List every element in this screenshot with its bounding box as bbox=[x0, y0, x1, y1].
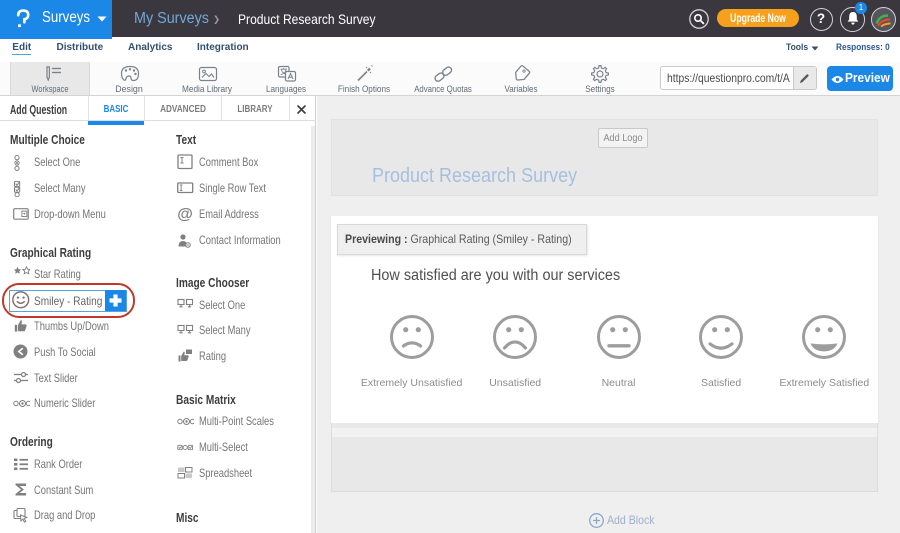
svg-text:@: @ bbox=[177, 206, 193, 222]
